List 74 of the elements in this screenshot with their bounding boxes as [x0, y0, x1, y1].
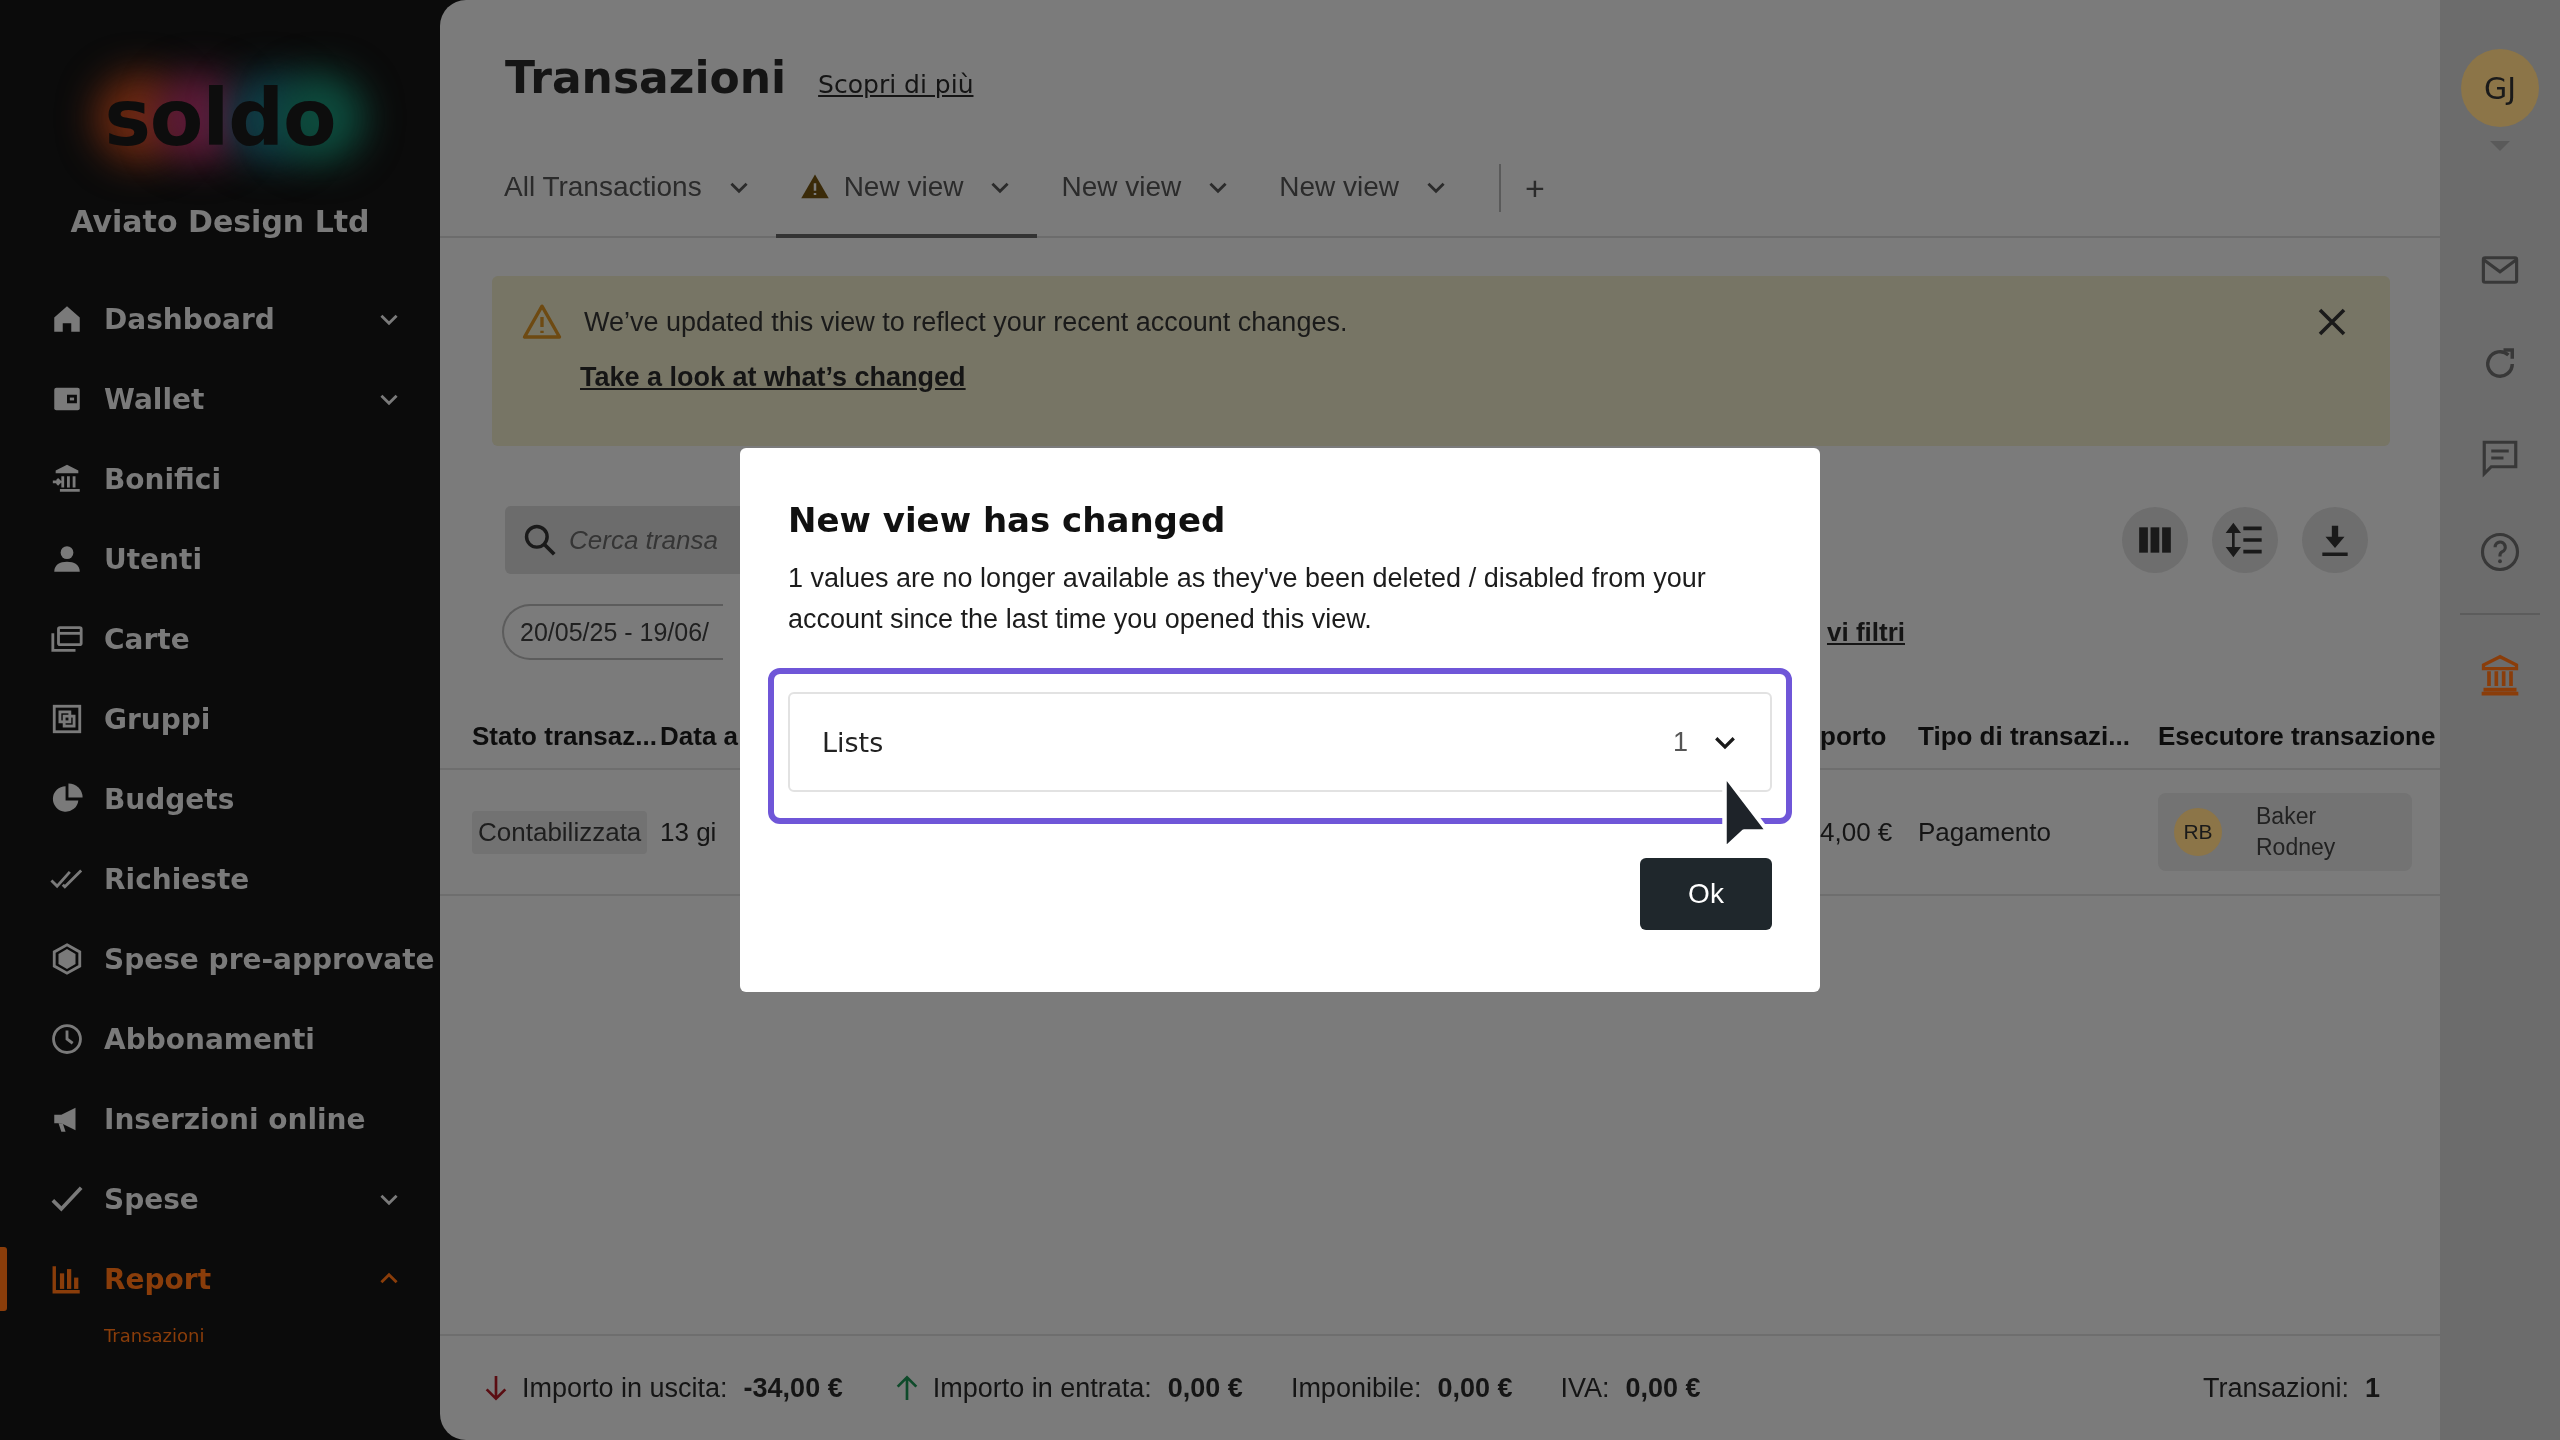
- nav-item[interactable]: Gruppi: [0, 679, 440, 759]
- status-tag: Contabilizzata: [472, 810, 648, 854]
- help-icon[interactable]: [2479, 531, 2521, 573]
- total-label: IVA:: [1560, 1372, 1610, 1404]
- nav-subitem[interactable]: Transazioni: [0, 1319, 440, 1353]
- nav-item[interactable]: Inserzioni online: [0, 1079, 440, 1159]
- accordion-label: Lists: [822, 726, 885, 758]
- learn-more-link[interactable]: Scopri di più: [818, 70, 974, 99]
- table-cell-text: Pagamento: [1918, 816, 2052, 848]
- column-header[interactable]: Tipo di transazi...: [1918, 720, 2158, 752]
- nav-item[interactable]: Wallet: [0, 359, 440, 439]
- total-value: -34,00 €: [743, 1372, 843, 1404]
- dialog-title: New view has changed: [788, 500, 1227, 540]
- clock-icon: [50, 1022, 84, 1056]
- nav-label: Abbonamenti: [104, 1022, 316, 1056]
- nav-item[interactable]: Dashboard: [0, 279, 440, 359]
- nav-label: Budgets: [104, 782, 236, 816]
- nav-label: Utenti: [104, 542, 204, 576]
- accordion-count: 1: [1672, 726, 1688, 758]
- nav-item[interactable]: Spese pre-approvate: [0, 919, 440, 999]
- nav-item[interactable]: Report: [0, 1239, 440, 1319]
- total-value: 0,00 €: [1625, 1372, 1701, 1404]
- nav-label: Inserzioni online: [104, 1102, 367, 1136]
- nav-label: Spese pre-approvate: [104, 942, 435, 976]
- nav-item[interactable]: Budgets: [0, 759, 440, 839]
- column-header[interactable]: porto: [1820, 720, 1918, 752]
- tab[interactable]: New view: [775, 110, 1038, 238]
- nav-item[interactable]: Carte: [0, 599, 440, 679]
- changes-link[interactable]: Take a look at what’s changed: [580, 362, 966, 393]
- total-value: 0,00 €: [1437, 1372, 1513, 1404]
- tab[interactable]: New view: [1255, 110, 1474, 238]
- nav-item[interactable]: Spese: [0, 1159, 440, 1239]
- nav-label: Carte: [104, 622, 191, 656]
- nav-item[interactable]: Utenti: [0, 519, 440, 599]
- tab[interactable]: New view: [1037, 110, 1256, 238]
- logo: soldo: [75, 58, 365, 178]
- column-header[interactable]: Esecutore transazione: [2158, 720, 2438, 752]
- nav-item[interactable]: Abbonamenti: [0, 999, 440, 1079]
- page-title: Transazioni: [505, 52, 787, 103]
- nav-label: Bonifici: [104, 462, 223, 496]
- count-value: 1: [2364, 1372, 2380, 1404]
- search-field[interactable]: Cerca transa: [505, 506, 740, 574]
- date-range-filter[interactable]: 20/05/25 - 19/06/: [502, 604, 724, 660]
- nav-label: Report: [104, 1262, 213, 1296]
- total-label: Imponibile:: [1290, 1372, 1422, 1404]
- nav-item[interactable]: Bonifici: [0, 439, 440, 519]
- lists-accordion[interactable]: Lists 1: [788, 692, 1772, 792]
- total-label: Importo in uscita:: [522, 1372, 728, 1404]
- count-label: Transazioni:: [2202, 1372, 2349, 1404]
- user-avatar[interactable]: GJ: [2461, 49, 2539, 127]
- nav-label: Wallet: [104, 382, 206, 416]
- nav-item[interactable]: Richieste: [0, 839, 440, 919]
- column-header[interactable]: Stato transaz...: [472, 720, 660, 752]
- nav-label: Gruppi: [104, 702, 212, 736]
- table-cell-text: 4,00 €: [1820, 816, 1894, 848]
- line-spacing-icon: [2225, 520, 2265, 560]
- table-cell-text: 13 gi: [660, 816, 718, 848]
- group-icon: [50, 702, 84, 736]
- total-value: 0,00 €: [1167, 1372, 1243, 1404]
- hexagon-icon: [50, 942, 84, 976]
- initials-avatar: RB: [2174, 808, 2222, 856]
- person-name: Baker Rodney: [2256, 802, 2337, 862]
- nav-label: Richieste: [104, 862, 251, 896]
- nav-label: Spese: [104, 1182, 200, 1216]
- company-name: Aviato Design Ltd: [69, 204, 371, 239]
- filters-link[interactable]: vi filtri: [1827, 616, 1905, 648]
- nav-label: Dashboard: [104, 302, 276, 336]
- ok-button[interactable]: Ok: [1640, 858, 1772, 930]
- warning-icon: [522, 302, 562, 342]
- dialog-message: 1 values are no longer available as they've been deleted / disabled from your account since the last time you opened this view.: [788, 562, 1707, 636]
- total-label: Importo in entrata:: [932, 1372, 1152, 1404]
- add-tab-button[interactable]: +: [1515, 110, 1555, 236]
- tab[interactable]: All Transactions: [480, 110, 776, 238]
- notice-message: We’ve updated this view to reflect your recent account changes.: [584, 306, 1349, 338]
